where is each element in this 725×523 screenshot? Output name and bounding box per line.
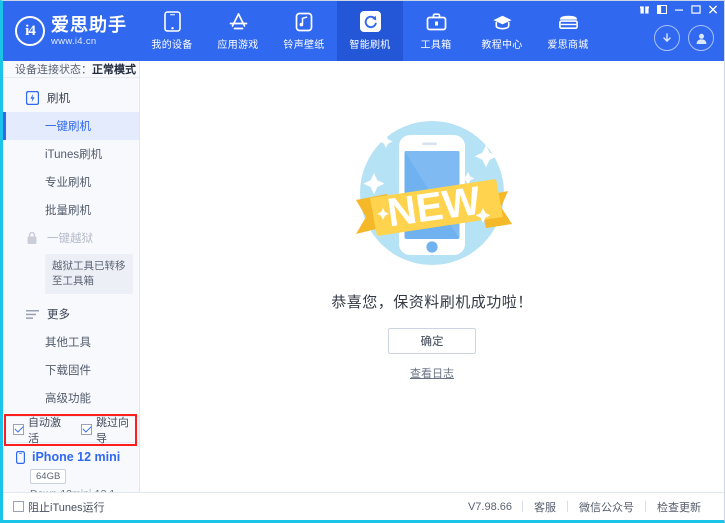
connection-status-label: 设备连接状态： bbox=[15, 61, 92, 77]
sidebar-item-label: 专业刷机 bbox=[45, 174, 91, 190]
lock-icon bbox=[25, 231, 39, 245]
sidebar-item-label: 下载固件 bbox=[45, 362, 91, 378]
nav-label: 我的设备 bbox=[151, 36, 192, 51]
logo-title: 爱思助手 bbox=[51, 16, 127, 34]
nav-item-store[interactable]: 爱思商城 bbox=[535, 1, 601, 61]
graduation-cap-icon bbox=[492, 11, 513, 32]
toolbox-icon bbox=[426, 11, 447, 32]
nav-item-ringtones-wallpaper[interactable]: 铃声壁纸 bbox=[271, 1, 337, 61]
app-header: i4 爱思助手 www.i4.cn 我的设备 应用游戏 bbox=[3, 1, 724, 61]
new-phone-badge-illustration: NEW bbox=[340, 105, 525, 285]
logo-monogram-text: i4 bbox=[25, 23, 35, 40]
nav-label: 铃声壁纸 bbox=[283, 36, 324, 51]
app-logo[interactable]: i4 爱思助手 www.i4.cn bbox=[3, 1, 131, 61]
flash-options-row: 自动激活 跳过向导 bbox=[3, 416, 139, 442]
checkbox-label: 跳过向导 bbox=[96, 414, 139, 446]
sidebar-item-one-key-flash[interactable]: 一键刷机 bbox=[3, 112, 139, 140]
sidebar: 设备连接状态：正常模式 刷机 一键刷机 iTunes刷机 专业刷机 bbox=[3, 61, 140, 492]
flash-phone-icon bbox=[25, 91, 39, 105]
sidebar-group-label: 更多 bbox=[47, 306, 70, 322]
success-message: 恭喜您，保资料刷机成功啦！ bbox=[331, 291, 533, 312]
checkbox-skip-setup[interactable]: 跳过向导 bbox=[81, 414, 139, 446]
download-icon[interactable] bbox=[654, 25, 680, 51]
sidebar-item-itunes-flash[interactable]: iTunes刷机 bbox=[3, 140, 139, 168]
device-capacity-badge: 64GB bbox=[30, 469, 66, 484]
view-log-link[interactable]: 查看日志 bbox=[410, 365, 454, 381]
checkbox-label: 自动激活 bbox=[28, 414, 71, 446]
main-content: NEW 恭喜您，保资料刷机成功啦！ 确定 查看日志 bbox=[140, 61, 724, 492]
user-avatar-icon[interactable] bbox=[688, 25, 714, 51]
sidebar-group-label: 刷机 bbox=[47, 90, 70, 106]
connection-status: 设备连接状态：正常模式 bbox=[3, 61, 139, 78]
nav-label: 爱思商城 bbox=[547, 36, 588, 51]
sidebar-item-advanced[interactable]: 高级功能 bbox=[3, 384, 139, 412]
sidebar-item-label: 高级功能 bbox=[45, 390, 91, 406]
sidebar-item-label: 批量刷机 bbox=[45, 202, 91, 218]
jailbreak-moved-tooltip: 越狱工具已转移至工具箱 bbox=[45, 254, 133, 294]
app-window: i4 爱思助手 www.i4.cn 我的设备 应用游戏 bbox=[0, 0, 725, 523]
sidebar-item-other-tools[interactable]: 其他工具 bbox=[3, 328, 139, 356]
support-link[interactable]: 客服 bbox=[523, 499, 567, 515]
maximize-icon[interactable] bbox=[688, 3, 703, 16]
nav-label: 智能刷机 bbox=[349, 36, 390, 51]
nav-item-smart-flash[interactable]: 智能刷机 bbox=[337, 1, 403, 61]
main-nav: 我的设备 应用游戏 铃声壁纸 智能刷机 bbox=[139, 1, 601, 61]
list-icon bbox=[25, 307, 39, 321]
checkbox-block-itunes[interactable]: 阻止iTunes运行 bbox=[13, 499, 105, 515]
status-bar: 阻止iTunes运行 V7.98.66 客服 微信公众号 检查更新 bbox=[3, 492, 724, 520]
refresh-icon bbox=[360, 11, 381, 32]
sidebar-group-more[interactable]: 更多 bbox=[3, 300, 139, 328]
nav-item-my-device[interactable]: 我的设备 bbox=[139, 1, 205, 61]
checkbox-box-icon bbox=[13, 424, 24, 435]
checkbox-label: 阻止iTunes运行 bbox=[28, 499, 105, 515]
wechat-link[interactable]: 微信公众号 bbox=[568, 499, 645, 515]
checkbox-box-icon bbox=[81, 424, 92, 435]
body: 设备连接状态：正常模式 刷机 一键刷机 iTunes刷机 专业刷机 bbox=[3, 61, 724, 492]
sidebar-nav: 刷机 一键刷机 iTunes刷机 专业刷机 批量刷机 bbox=[3, 78, 139, 412]
connection-status-value: 正常模式 bbox=[92, 61, 136, 77]
sidebar-item-label: 其他工具 bbox=[45, 334, 91, 350]
nav-item-toolbox[interactable]: 工具箱 bbox=[403, 1, 469, 61]
account-area bbox=[654, 25, 714, 51]
checkbox-auto-activate[interactable]: 自动激活 bbox=[13, 414, 71, 446]
appstore-icon bbox=[228, 11, 249, 32]
device-name: iPhone 12 mini bbox=[32, 450, 120, 464]
minimize-icon[interactable] bbox=[671, 3, 686, 16]
phone-small-icon bbox=[13, 450, 27, 464]
sidebar-item-label: 一键刷机 bbox=[45, 118, 91, 134]
check-update-link[interactable]: 检查更新 bbox=[646, 499, 712, 515]
nav-label: 应用游戏 bbox=[217, 36, 258, 51]
shop-icon bbox=[558, 11, 579, 32]
confirm-button[interactable]: 确定 bbox=[388, 328, 476, 354]
logo-monogram-icon: i4 bbox=[15, 16, 45, 46]
nav-label: 工具箱 bbox=[421, 36, 452, 51]
nav-item-apps-games[interactable]: 应用游戏 bbox=[205, 1, 271, 61]
close-icon[interactable] bbox=[705, 3, 720, 16]
sidebar-item-pro-flash[interactable]: 专业刷机 bbox=[3, 168, 139, 196]
sidebar-item-label: iTunes刷机 bbox=[45, 146, 102, 162]
panel-icon[interactable] bbox=[654, 3, 669, 16]
logo-url: www.i4.cn bbox=[51, 37, 127, 47]
gift-icon[interactable] bbox=[637, 3, 652, 16]
checkbox-box-icon bbox=[13, 501, 24, 512]
nav-item-tutorials[interactable]: 教程中心 bbox=[469, 1, 535, 61]
phone-icon bbox=[162, 11, 183, 32]
sidebar-group-flash[interactable]: 刷机 bbox=[3, 84, 139, 112]
version-label: V7.98.66 bbox=[468, 501, 512, 513]
sidebar-item-batch-flash[interactable]: 批量刷机 bbox=[3, 196, 139, 224]
sidebar-group-jailbreak: 一键越狱 bbox=[3, 224, 139, 252]
sidebar-group-label: 一键越狱 bbox=[47, 230, 93, 246]
window-controls bbox=[637, 3, 720, 16]
music-icon bbox=[294, 11, 315, 32]
sidebar-item-download-firmware[interactable]: 下载固件 bbox=[3, 356, 139, 384]
nav-label: 教程中心 bbox=[481, 36, 522, 51]
